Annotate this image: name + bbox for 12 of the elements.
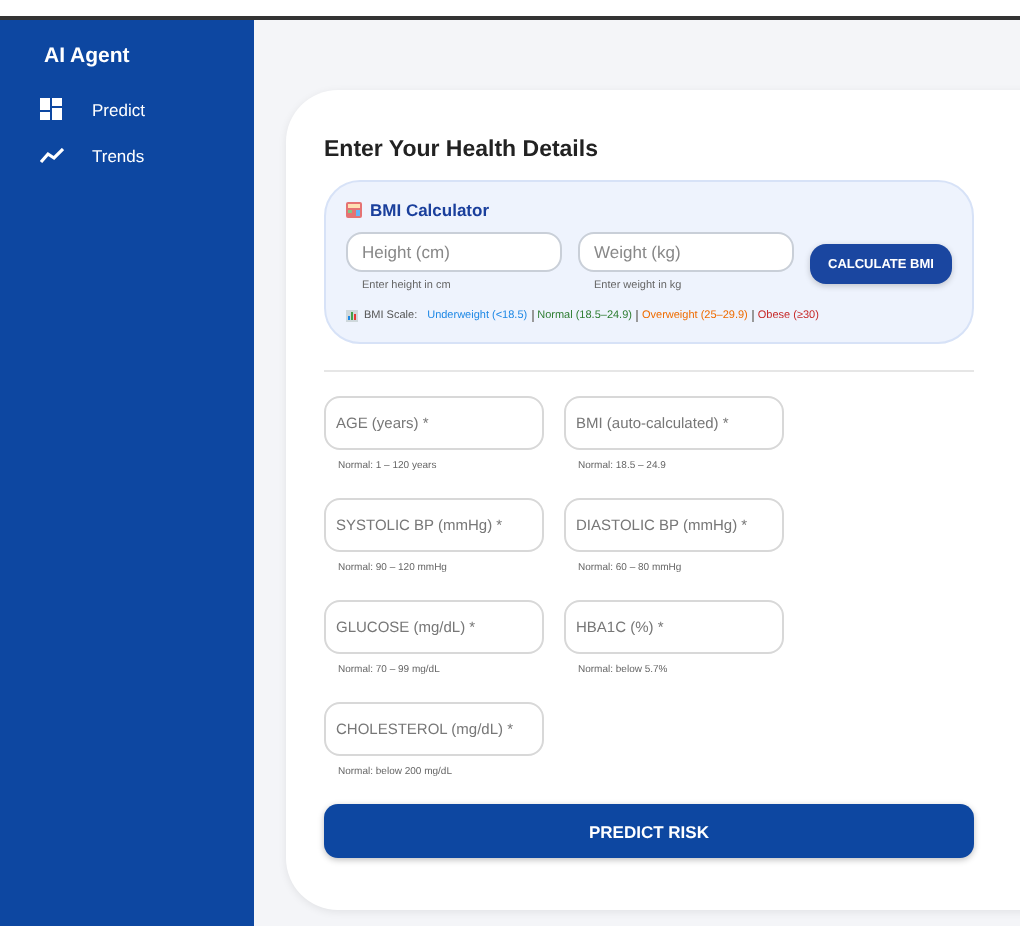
input-field[interactable]: Height (cm) xyxy=(346,232,562,272)
form-title: Enter Your Health Details xyxy=(324,138,598,162)
calculator-icon xyxy=(346,202,362,218)
bar-chart-icon xyxy=(346,310,358,322)
nav-item[interactable]: Predict xyxy=(92,99,145,119)
bmi-title: BMI Calculator xyxy=(370,200,490,220)
predict-risk-button[interactable]: PREDICT RISK xyxy=(324,804,974,858)
input-field[interactable]: Weight (kg) xyxy=(578,232,794,272)
app-title: AI Agent xyxy=(44,44,130,68)
dashboard-icon xyxy=(40,98,62,120)
trend-line-icon xyxy=(40,147,64,163)
nav-item[interactable]: Trends xyxy=(92,145,145,165)
